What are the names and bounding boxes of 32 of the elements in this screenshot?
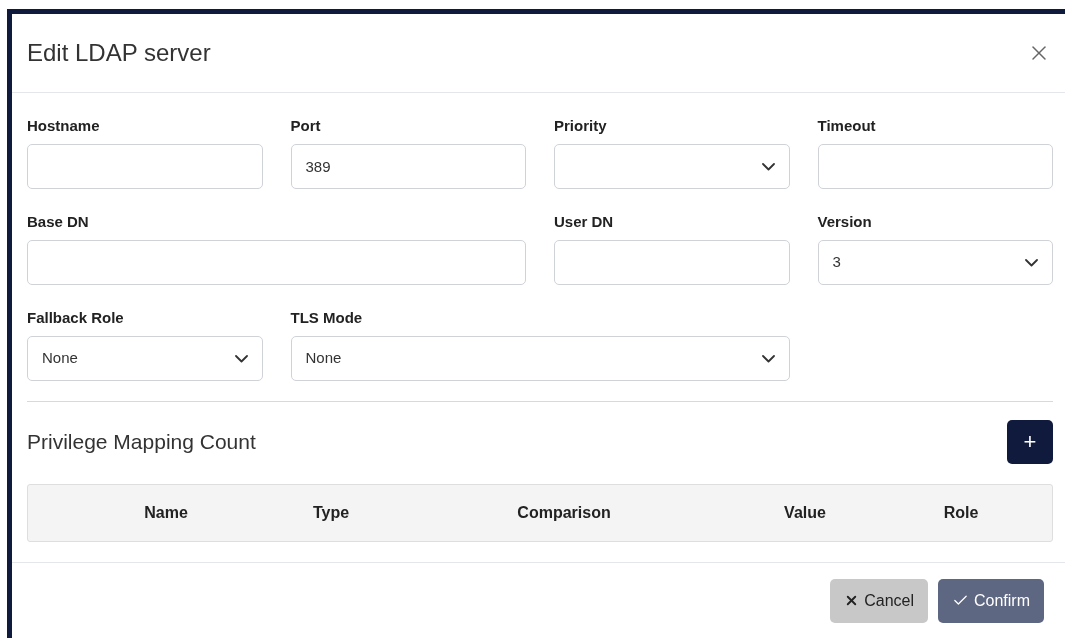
chevron-down-icon — [761, 162, 775, 171]
input-field[interactable]: 389 — [290, 144, 526, 189]
field-label: Version — [817, 213, 872, 231]
column-header: Comparison — [517, 503, 611, 523]
field-label: Hostname — [27, 117, 100, 135]
field-label: User DN — [554, 213, 614, 231]
column-header: Name — [144, 503, 188, 523]
select-field[interactable]: None — [27, 336, 263, 381]
input-field[interactable] — [27, 240, 526, 285]
select-field[interactable] — [554, 144, 790, 189]
select-field[interactable]: 3 — [817, 240, 1053, 285]
select-field[interactable]: None — [290, 336, 790, 381]
column-header: Role — [943, 503, 979, 523]
input-field[interactable] — [27, 144, 263, 189]
field-label: Base DN — [27, 213, 89, 231]
field-label: Timeout — [817, 117, 876, 135]
dialog-title: Edit LDAP server — [27, 38, 211, 68]
input-field[interactable] — [554, 240, 790, 285]
chevron-down-icon — [761, 354, 775, 363]
chevron-down-icon — [234, 354, 248, 363]
field-label: Priority — [554, 117, 607, 135]
confirm-button[interactable]: Confirm — [938, 578, 1044, 623]
field-label: Fallback Role — [27, 309, 124, 327]
input-field[interactable] — [817, 144, 1053, 189]
column-header: Type — [312, 503, 350, 523]
column-header: Value — [784, 503, 826, 523]
add-button[interactable]: + — [1007, 420, 1053, 464]
field-label: Port — [290, 117, 321, 135]
chevron-down-icon — [1025, 258, 1038, 267]
section-title: Privilege Mapping Count — [27, 429, 256, 456]
cancel-button[interactable]: Cancel — [830, 578, 928, 623]
field-label: TLS Mode — [290, 309, 363, 327]
